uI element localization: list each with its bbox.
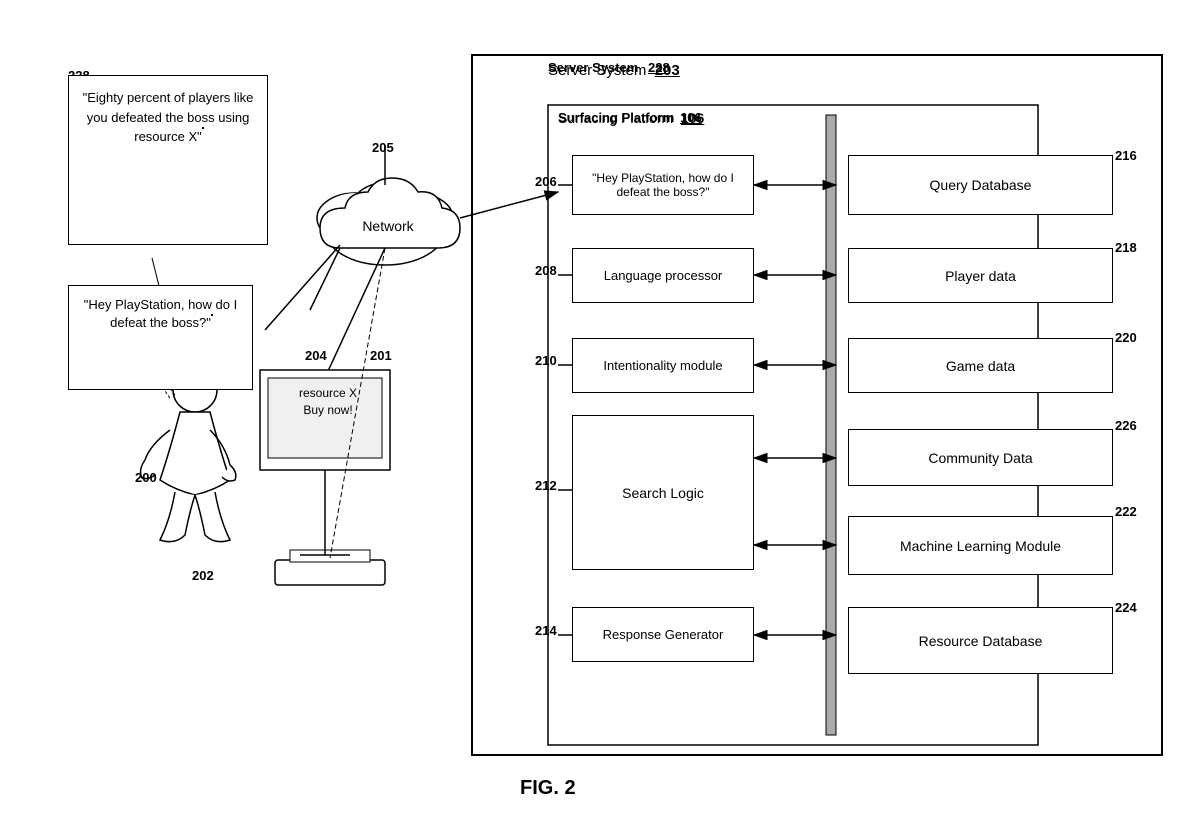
- surfacing-platform-text: Surfacing Platform 106: [558, 110, 704, 126]
- ref-206b: 206: [535, 174, 557, 189]
- ref-204: 204: [305, 348, 327, 363]
- resource-database-box: Resource Database: [848, 607, 1113, 674]
- ref-200: 200: [135, 470, 157, 485]
- search-logic-box: Search Logic: [572, 415, 754, 570]
- diagram: Server System 228 Surfacing Platform 106…: [0, 0, 1200, 828]
- screen-text: resource XBuy now!: [278, 385, 378, 419]
- intentionality-module-box: Intentionality module: [572, 338, 754, 393]
- query-input-box: "Hey PlayStation, how do I defeat the bo…: [572, 155, 754, 215]
- ref-201: 201: [370, 348, 392, 363]
- query-database-box: Query Database: [848, 155, 1113, 215]
- server-system-text: Server System 203: [548, 62, 680, 79]
- ref-220: 220: [1115, 330, 1137, 345]
- ref-222: 222: [1115, 504, 1137, 519]
- game-data-box: Game data: [848, 338, 1113, 393]
- bubble-2: "Hey PlayStation, how do I defeat the bo…: [68, 285, 253, 390]
- community-data-box: Community Data: [848, 429, 1113, 486]
- bubble-1: "Eighty percent of players like you defe…: [68, 75, 268, 245]
- ref-216: 216: [1115, 148, 1137, 163]
- ref-214: 214: [535, 623, 557, 638]
- ref-202: 202: [192, 568, 214, 583]
- ref-212: 212: [535, 478, 557, 493]
- ref-226: 226: [1115, 418, 1137, 433]
- ref-205: 205: [372, 140, 394, 155]
- response-generator-box: Response Generator: [572, 607, 754, 662]
- fig-label: FIG. 2: [520, 777, 576, 800]
- ref-208: 208: [535, 263, 557, 278]
- ref-224: 224: [1115, 600, 1137, 615]
- ml-module-box: Machine Learning Module: [848, 516, 1113, 575]
- player-data-box: Player data: [848, 248, 1113, 303]
- ref-210: 210: [535, 353, 557, 368]
- ref-218: 218: [1115, 240, 1137, 255]
- language-processor-box: Language processor: [572, 248, 754, 303]
- network-label: Network: [348, 218, 428, 234]
